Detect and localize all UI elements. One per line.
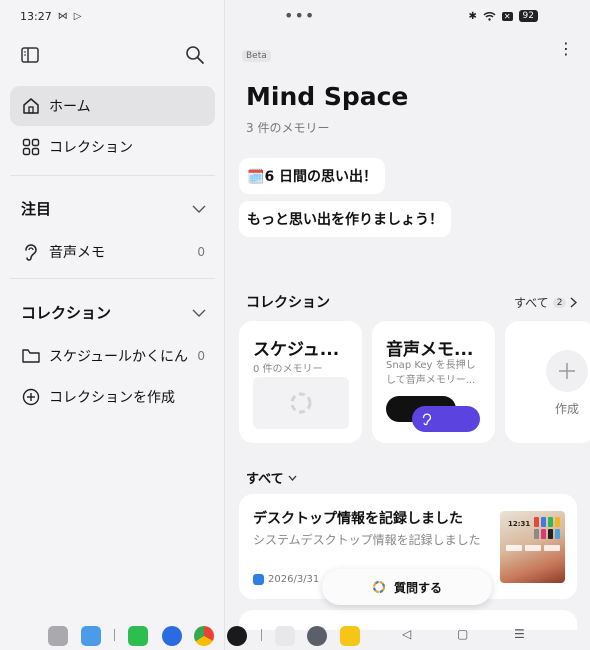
plus-icon: [546, 350, 588, 392]
recents-nav-icon[interactable]: ☰: [514, 627, 525, 641]
phone-app-icon[interactable]: [128, 626, 148, 646]
sidebar-item-label: スケジュールかくにん: [49, 349, 189, 365]
more-options-icon[interactable]: ⋮: [556, 41, 576, 57]
collections-heading: コレクション: [246, 295, 330, 311]
ear-icon: [422, 413, 432, 426]
sidebar: 13:27 ⋈ ▷ ホーム コレクション 注目 音声メモ 0 コレクション スケ…: [0, 0, 225, 650]
loading-icon: [290, 392, 312, 414]
chrome-app-icon[interactable]: [194, 626, 214, 646]
messages-app-icon[interactable]: [162, 626, 182, 646]
chevron-down-icon: [192, 309, 206, 317]
section-title: 注目: [21, 200, 52, 218]
memory-count: 3 件のメモリー: [246, 121, 330, 135]
memory-title: デスクトップ情報を記録しました: [253, 511, 463, 527]
ear-icon: [21, 242, 41, 262]
section-title: コレクション: [21, 304, 112, 322]
empty-placeholder: [253, 377, 349, 429]
search-icon[interactable]: [185, 45, 205, 65]
see-all-label: すべて: [514, 296, 549, 310]
ai-sparkle-icon: [372, 580, 386, 594]
ask-label: 質問する: [393, 580, 442, 595]
card-title: 音声メモ...: [386, 340, 474, 360]
create-collection-button[interactable]: コレクションを作成: [10, 377, 215, 417]
sidebar-item-schedule-collection[interactable]: スケジュールかくにん 0: [10, 336, 215, 376]
sidebar-item-home[interactable]: ホーム: [10, 86, 215, 126]
settings-app-icon[interactable]: [307, 626, 327, 646]
dock-separator: [114, 629, 115, 641]
memory-highlight-bubble[interactable]: 🗓️6 日間の思い出！: [239, 158, 386, 194]
sidebar-item-collection[interactable]: コレクション: [10, 127, 215, 167]
filter-label: すべて: [246, 472, 284, 487]
chevron-down-icon: [288, 475, 297, 481]
files-app-icon[interactable]: [81, 626, 101, 646]
play-icon: ▷: [73, 11, 82, 22]
status-bar-right: ✱ ✕ 92: [468, 10, 538, 22]
home-nav-icon[interactable]: ▢: [457, 627, 468, 641]
sidebar-item-label: コレクション: [49, 140, 133, 156]
bluetooth-icon: ✱: [468, 10, 477, 22]
bubble-text: もっと思い出を作りましょう！: [247, 212, 443, 228]
card-title: スケジュ...: [253, 340, 340, 360]
screenshot-thumbnail: 12:31: [500, 511, 565, 583]
app-drawer-icon[interactable]: [48, 626, 68, 646]
voice-bubble-purple: [412, 406, 480, 432]
folder-icon: [21, 346, 41, 366]
status-time: 13:27: [20, 10, 52, 23]
chevron-right-icon: [570, 297, 578, 308]
collection-card-schedule[interactable]: スケジュ... 0 件のメモリー: [239, 321, 362, 443]
item-count: 0: [197, 245, 205, 259]
plus-circle-icon: [21, 387, 41, 407]
sidebar-item-voice-memo[interactable]: 音声メモ 0: [10, 232, 215, 272]
create-memories-bubble[interactable]: もっと思い出を作りましょう！: [239, 201, 451, 237]
ask-button[interactable]: 質問する: [322, 569, 492, 605]
sidebar-toggle-icon[interactable]: [21, 47, 39, 63]
card-subtitle-line: Snap Key を長押し: [386, 360, 476, 371]
wifi-icon: [483, 12, 496, 21]
create-label: 作成: [555, 402, 580, 416]
filter-dropdown[interactable]: すべて: [246, 468, 297, 487]
date-text: 2026/3/31: [268, 574, 320, 585]
status-bar-left: 13:27 ⋈ ▷: [20, 10, 81, 23]
camera-app-icon[interactable]: [227, 626, 247, 646]
dock-separator: [261, 629, 262, 641]
notes-app-icon[interactable]: [340, 626, 360, 646]
see-all-collections-link[interactable]: すべて 2: [514, 294, 578, 311]
thumbnail-time: 12:31: [508, 520, 531, 528]
taskbar-dock: ◁ ▢ ☰: [0, 620, 590, 650]
chevron-down-icon: [192, 205, 206, 213]
divider: [10, 175, 215, 176]
sim-icon: ✕: [501, 11, 513, 21]
app-source-icon: [253, 574, 264, 585]
card-subtitle: 0 件のメモリー: [253, 364, 323, 375]
sidebar-item-label: コレクションを作成: [49, 390, 175, 406]
thumbnail-dock: [506, 545, 560, 551]
memory-subtitle: システムデスクトップ情報を記録しました: [253, 533, 481, 547]
card-subtitle-line: して音声メモリー...: [386, 375, 476, 386]
create-collection-card[interactable]: 作成: [505, 321, 590, 443]
divider: [10, 278, 215, 279]
battery-icon: 92: [518, 10, 538, 22]
collection-card-voice-memo[interactable]: 音声メモ... Snap Key を長押し して音声メモリー...: [372, 321, 495, 443]
home-icon: [21, 96, 41, 116]
beta-badge: Beta: [242, 50, 271, 62]
calendar-icon: 🗓️: [247, 169, 265, 185]
thumbnail-widgets: [534, 517, 560, 539]
main-content: ••• ✱ ✕ 92 Beta ⋮ Mind Space 3 件のメモリー 🗓️…: [226, 0, 590, 650]
window-handle-icon[interactable]: •••: [284, 6, 315, 25]
back-nav-icon[interactable]: ◁: [402, 627, 411, 641]
memory-date: 2026/3/31: [253, 574, 319, 585]
sidebar-item-label: ホーム: [49, 99, 91, 115]
sidebar-item-label: 音声メモ: [49, 245, 105, 261]
recent-app-icon[interactable]: [275, 626, 295, 646]
item-count: 0: [197, 349, 205, 363]
section-featured-header[interactable]: 注目: [21, 198, 206, 219]
count-badge: 2: [552, 297, 567, 308]
bubble-text: 6 日間の思い出！: [264, 169, 378, 185]
grid-icon: [21, 137, 41, 157]
page-title: Mind Space: [246, 82, 409, 111]
notification-icon: ⋈: [57, 11, 68, 22]
card-subtitle: Snap Key を長押し して音声メモリー...: [386, 358, 476, 388]
section-collections-header[interactable]: コレクション: [21, 302, 206, 323]
